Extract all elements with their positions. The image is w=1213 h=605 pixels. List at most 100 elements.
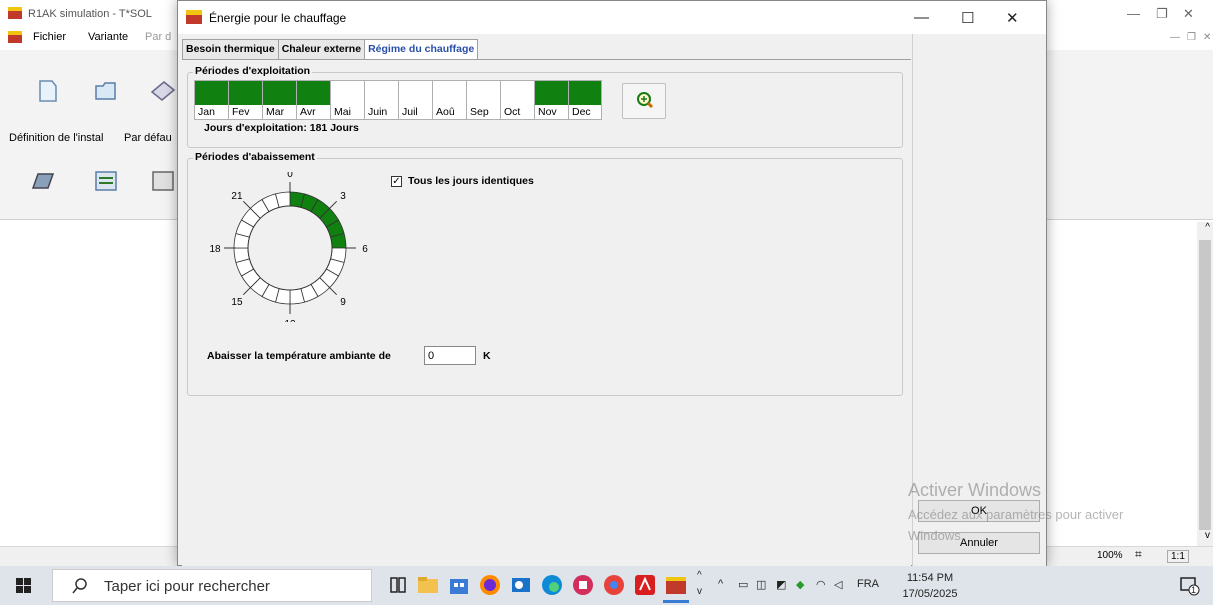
- clock-tick: [242, 200, 253, 211]
- clock-tick: [327, 285, 338, 296]
- month-selector: Jan Fev Mar Avr Mai Juin Juil Aoû Sep Oct Nov Dec: [194, 80, 602, 120]
- month-toggle[interactable]: Juin: [364, 80, 398, 120]
- background-close-icon[interactable]: ✕: [1183, 6, 1194, 22]
- activation-watermark-text: Accédez aux paramètres pour activer: [908, 507, 1124, 522]
- scroll-up-icon[interactable]: ^: [1205, 222, 1210, 233]
- month-toggle[interactable]: Dec: [568, 80, 602, 120]
- scroll-down-icon[interactable]: v: [1205, 530, 1210, 541]
- chrome-icon[interactable]: [601, 572, 627, 598]
- background-minimize-icon[interactable]: —: [1127, 6, 1140, 21]
- month-fill: [195, 81, 228, 105]
- menu-par-defaut[interactable]: Par d: [145, 31, 171, 43]
- month-toggle[interactable]: Sep: [466, 80, 500, 120]
- menu-app-icon: [8, 31, 22, 43]
- sync-icon[interactable]: ◩: [776, 578, 786, 591]
- shield-app-icon[interactable]: [570, 572, 596, 598]
- mdi-minimize-icon[interactable]: —: [1170, 32, 1180, 43]
- month-toggle[interactable]: Juil: [398, 80, 432, 120]
- lower-temperature-input[interactable]: [424, 346, 476, 365]
- search-icon: [72, 578, 87, 594]
- tab-regime-du-chauffage[interactable]: Régime du chauffage: [364, 39, 479, 60]
- edge-icon[interactable]: [539, 572, 565, 598]
- month-toggle[interactable]: Jan: [194, 80, 228, 120]
- clock-hour-label: 3: [340, 191, 346, 202]
- month-fill: [331, 81, 364, 105]
- setback-clock[interactable]: 0 3 6 9 12 15 18 21: [196, 172, 386, 322]
- month-toggle[interactable]: Mai: [330, 80, 364, 120]
- month-label: Juil: [402, 106, 418, 118]
- all-days-identical-label: Tous les jours identiques: [408, 175, 534, 187]
- show-hidden-icons-icon[interactable]: ^: [718, 578, 723, 590]
- language-indicator[interactable]: FRA: [857, 578, 879, 590]
- month-toggle[interactable]: Avr: [296, 80, 330, 120]
- taskbar-time[interactable]: 11:54 PM: [898, 572, 962, 584]
- taskbar-search-placeholder: Taper ici pour rechercher: [104, 578, 270, 595]
- menu-fichier[interactable]: Fichier: [33, 31, 66, 43]
- month-toggle[interactable]: Aoû: [432, 80, 466, 120]
- tab-chaleur-externe[interactable]: Chaleur externe: [277, 39, 366, 59]
- acrobat-icon[interactable]: [632, 572, 658, 598]
- dialog-close-icon[interactable]: ✕: [1006, 9, 1019, 27]
- outlook-icon[interactable]: [508, 572, 534, 598]
- lower-temperature-label: Abaisser la température ambiante de: [207, 350, 391, 362]
- taskbar-overflow-down-icon[interactable]: v: [697, 586, 702, 597]
- tab-strip: Besoin thermique Chaleur externe Régime …: [182, 39, 479, 60]
- activation-watermark-text-2: Windows.: [908, 528, 965, 543]
- touchpad-icon[interactable]: ◫: [756, 578, 766, 591]
- lower-temperature-unit: K: [483, 350, 491, 362]
- ribbon-label-installation[interactable]: Définition de l'instal: [9, 132, 103, 144]
- open-folder-icon[interactable]: [93, 78, 119, 104]
- dialog-maximize-icon[interactable]: ☐: [961, 9, 974, 27]
- security-icon[interactable]: ◆: [796, 578, 804, 591]
- month-label: Juin: [368, 106, 388, 118]
- menu-variante[interactable]: Variante: [88, 31, 128, 43]
- month-label: Mai: [334, 106, 351, 118]
- document-icon[interactable]: [35, 78, 61, 104]
- setback-periods-label: Périodes d'abaissement: [193, 151, 317, 163]
- month-fill: [399, 81, 432, 105]
- firefox-icon[interactable]: [477, 572, 503, 598]
- month-label: Oct: [504, 106, 521, 118]
- all-days-identical-checkbox[interactable]: ✓: [391, 176, 402, 187]
- background-maximize-icon[interactable]: ❐: [1156, 6, 1168, 22]
- ribbon-label-defaut[interactable]: Par défau: [124, 132, 172, 144]
- network-icon[interactable]: [93, 168, 119, 194]
- fit-screen-icon[interactable]: ⌗: [1135, 547, 1142, 562]
- month-fill: [229, 81, 262, 105]
- month-fill: [263, 81, 296, 105]
- store-icon[interactable]: [446, 572, 472, 598]
- panel-icon[interactable]: [150, 168, 176, 194]
- file-explorer-icon[interactable]: [415, 572, 441, 598]
- taskbar-date[interactable]: 17/05/2025: [892, 588, 968, 600]
- tab-besoin-thermique[interactable]: Besoin thermique: [182, 39, 279, 59]
- month-toggle[interactable]: Mar: [262, 80, 296, 120]
- month-fill: [467, 81, 500, 105]
- month-fill: [535, 81, 568, 105]
- start-button[interactable]: [0, 566, 48, 605]
- month-label: Avr: [300, 106, 316, 118]
- collector-icon[interactable]: [30, 168, 56, 194]
- mdi-close-icon[interactable]: ✕: [1203, 32, 1211, 43]
- windows-logo-icon: [16, 578, 31, 593]
- month-toggle[interactable]: Nov: [534, 80, 568, 120]
- wifi-icon[interactable]: ◠: [816, 578, 826, 591]
- zoom-level: 100%: [1097, 550, 1123, 561]
- month-toggle[interactable]: Oct: [500, 80, 534, 120]
- notification-center-icon[interactable]: [1178, 574, 1200, 596]
- month-fill: [501, 81, 534, 105]
- save-disk-icon[interactable]: [150, 78, 176, 104]
- mdi-restore-icon[interactable]: ❐: [1187, 32, 1196, 43]
- taskbar-overflow-up-icon[interactable]: ^: [697, 570, 702, 581]
- tsol-app-icon[interactable]: [663, 572, 689, 598]
- month-fill: [433, 81, 466, 105]
- scrollbar-thumb[interactable]: [1199, 240, 1211, 530]
- month-toggle[interactable]: Fev: [228, 80, 262, 120]
- ratio-button[interactable]: 1:1: [1167, 550, 1189, 563]
- zoom-button[interactable]: [622, 83, 666, 119]
- volume-icon[interactable]: ◁: [834, 578, 842, 591]
- battery-icon[interactable]: ▭: [738, 578, 748, 591]
- month-label: Dec: [572, 106, 591, 118]
- task-view-icon[interactable]: [385, 572, 411, 598]
- dialog-minimize-icon[interactable]: —: [914, 9, 929, 26]
- operation-days-text: Jours d'exploitation: 181 Jours: [204, 122, 359, 134]
